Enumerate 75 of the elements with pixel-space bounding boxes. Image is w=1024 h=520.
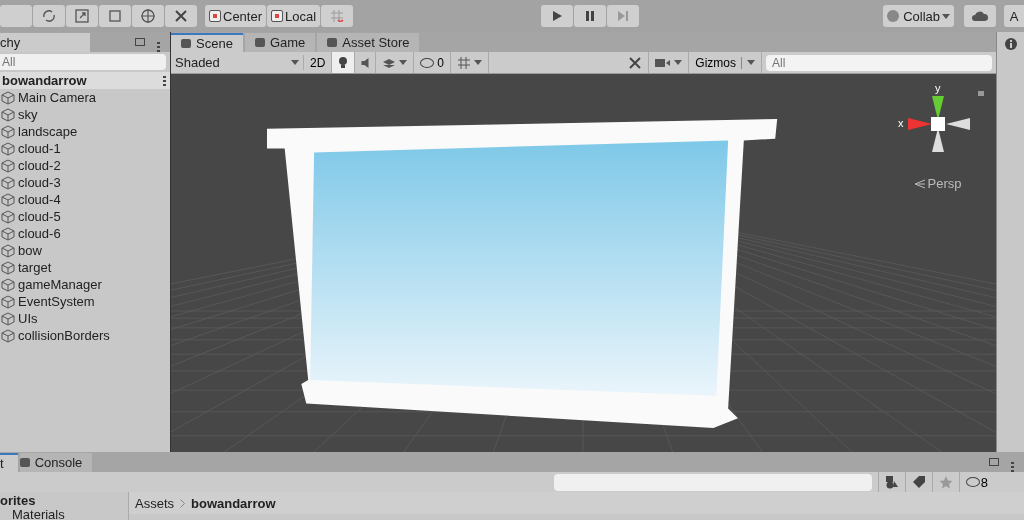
rotate-tool-button[interactable] xyxy=(33,5,65,27)
shapes-icon xyxy=(884,475,899,489)
projection-label[interactable]: Persp xyxy=(914,176,962,191)
transform-icon xyxy=(140,8,156,24)
caret-icon xyxy=(942,13,950,19)
play-button[interactable] xyxy=(541,5,574,27)
hierarchy-item[interactable]: cloud-2 xyxy=(0,157,170,174)
scene-tab[interactable]: Asset Store xyxy=(317,33,420,52)
hierarchy-item[interactable]: gameManager xyxy=(0,276,170,293)
lighting-toggle[interactable] xyxy=(332,52,356,73)
layers-icon xyxy=(382,56,397,69)
star-icon xyxy=(938,475,953,489)
hierarchy-item[interactable]: cloud-1 xyxy=(0,140,170,157)
rect-icon xyxy=(107,8,123,24)
more-icon xyxy=(1011,461,1014,472)
hierarchy-item[interactable]: EventSystem xyxy=(0,293,170,310)
caret-icon xyxy=(474,60,483,65)
pivot-button[interactable]: Center xyxy=(205,5,267,27)
hierarchy-item[interactable]: cloud-3 xyxy=(0,174,170,191)
hierarchy-item[interactable]: Main Camera xyxy=(0,89,170,106)
rect-tool-button[interactable] xyxy=(99,5,131,27)
cloud-button[interactable] xyxy=(964,5,996,27)
hierarchy-item[interactable]: target xyxy=(0,259,170,276)
panel-tab[interactable]: Console xyxy=(19,453,93,472)
pause-icon xyxy=(584,10,597,22)
hierarchy-item[interactable]: bow xyxy=(0,242,170,259)
hierarchy-item[interactable]: landscape xyxy=(0,123,170,140)
pause-button[interactable] xyxy=(574,5,607,27)
scene-tab[interactable]: Game xyxy=(244,33,316,52)
scene-tab[interactable]: Scene xyxy=(171,33,243,52)
tools-icon xyxy=(173,8,189,24)
chevron-icon xyxy=(180,498,185,508)
more-icon xyxy=(163,75,166,86)
hierarchy-item[interactable]: cloud-6 xyxy=(0,225,170,242)
camera-icon xyxy=(655,57,672,68)
tools-button[interactable] xyxy=(165,5,197,27)
rotate-icon xyxy=(41,8,57,24)
step-icon xyxy=(617,10,630,22)
tag-icon xyxy=(911,475,926,489)
center-pivot-icon xyxy=(209,10,221,22)
search-field[interactable]: All xyxy=(766,54,992,71)
favorite-item[interactable]: Materials xyxy=(0,508,128,520)
hierarchy-item[interactable]: sky xyxy=(0,106,170,123)
breadcrumb-item[interactable]: bowandarrow xyxy=(191,495,276,511)
lightbulb-icon xyxy=(338,55,349,70)
scene-name: bowandarrow xyxy=(2,73,87,88)
caret-icon xyxy=(291,60,299,65)
speaker-icon xyxy=(361,57,370,68)
play-icon xyxy=(551,10,564,22)
hierarchy-tab[interactable]: chy xyxy=(0,33,90,52)
tools-icon xyxy=(628,55,643,70)
caret-icon xyxy=(674,60,683,65)
perspective-icon xyxy=(914,178,925,189)
axis-gizmo-drawing: y x xyxy=(898,82,978,162)
caret-icon xyxy=(747,60,755,65)
collab-button[interactable]: Collab xyxy=(883,5,954,27)
grid-snap-icon xyxy=(329,8,346,24)
hierarchy-item[interactable]: collisionBorders xyxy=(0,327,170,344)
more-icon xyxy=(157,41,160,52)
panel-tab[interactable]: t xyxy=(0,453,18,472)
scale-icon xyxy=(74,8,90,24)
search-field[interactable] xyxy=(553,473,872,491)
hierarchy-item[interactable]: cloud-4 xyxy=(0,191,170,208)
hierarchy-item[interactable]: cloud-5 xyxy=(0,208,170,225)
pivot-button[interactable]: Local xyxy=(267,5,321,27)
breadcrumb-item[interactable]: Assets xyxy=(135,495,174,511)
hierarchy-item[interactable]: UIs xyxy=(0,310,170,327)
account-button[interactable]: A xyxy=(1004,5,1024,27)
cloud-icon xyxy=(971,10,989,22)
caret-icon xyxy=(399,60,408,65)
scale-tool-button[interactable] xyxy=(66,5,98,27)
info-icon xyxy=(1004,38,1017,50)
transform-tool-button[interactable] xyxy=(132,5,164,27)
search-field[interactable]: All xyxy=(0,54,166,70)
favorites-heading: orites xyxy=(0,494,37,508)
